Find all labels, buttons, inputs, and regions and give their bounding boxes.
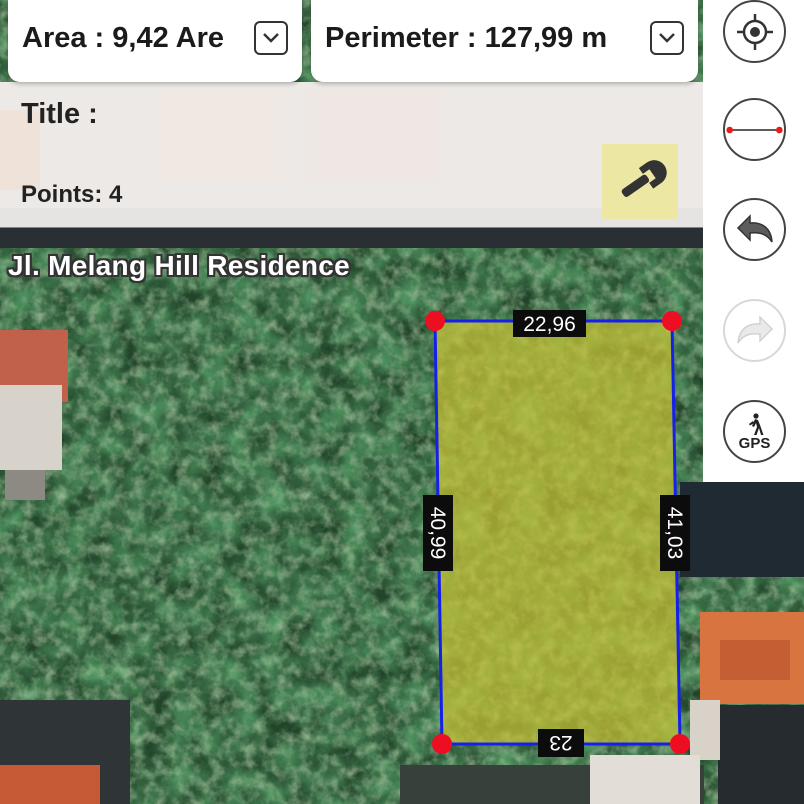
edge-label-text: 40,99 [426, 507, 449, 560]
tools-button[interactable] [602, 144, 678, 219]
house-wall [5, 470, 45, 500]
survey-polygon[interactable] [433, 319, 682, 746]
gps-button[interactable]: GPS [723, 400, 786, 463]
edge-label-left: 40,99 [423, 495, 453, 571]
crosshair-icon [736, 13, 773, 50]
polygon-vertex[interactable] [432, 734, 452, 754]
map-toolbar: GPS [703, 0, 804, 482]
locate-button[interactable] [723, 0, 786, 63]
walking-person-icon [748, 412, 763, 435]
points-count: Points: 4 [21, 181, 123, 208]
edge-label-bottom: 23 [538, 729, 584, 757]
line-measure-icon [726, 126, 783, 133]
edge-label-text: 23 [549, 731, 572, 754]
gps-label: GPS [738, 434, 771, 452]
info-panel: Title : Points: 4 [0, 82, 703, 227]
building [690, 700, 720, 760]
area-value: Area : 9,42 Are [22, 21, 225, 54]
house-wall [590, 755, 700, 804]
undo-button[interactable] [723, 198, 786, 261]
redo-icon [736, 314, 773, 343]
edge-label-text: 41,03 [663, 507, 686, 560]
polygon-vertex[interactable] [670, 734, 690, 754]
edge-label-text: 22,96 [523, 313, 576, 336]
street-name-label: Jl. Melang Hill Residence [8, 250, 351, 281]
house-roof [0, 765, 100, 804]
house-roof [720, 640, 790, 680]
edge-label-top: 22,96 [513, 310, 586, 337]
redo-button[interactable] [723, 299, 786, 362]
undo-icon [736, 213, 773, 242]
house-wall [0, 385, 62, 470]
area-unit-dropdown[interactable] [254, 21, 288, 55]
perimeter-unit-dropdown[interactable] [650, 21, 684, 55]
polygon-vertex[interactable] [662, 311, 682, 331]
wrench-icon [621, 159, 667, 197]
building [680, 482, 804, 577]
perimeter-summary: Perimeter : 127,99 m [311, 0, 698, 82]
measure-line-button[interactable] [723, 98, 786, 161]
edge-label-right: 41,03 [660, 495, 690, 571]
perimeter-value: Perimeter : 127,99 m [325, 21, 608, 54]
area-summary: Area : 9,42 Are [8, 0, 302, 82]
building [718, 705, 804, 804]
title-label[interactable]: Title : [21, 98, 98, 131]
chevron-down-icon [263, 33, 279, 43]
chevron-down-icon [659, 33, 675, 43]
road [0, 228, 804, 248]
polygon-vertex[interactable] [425, 311, 445, 331]
